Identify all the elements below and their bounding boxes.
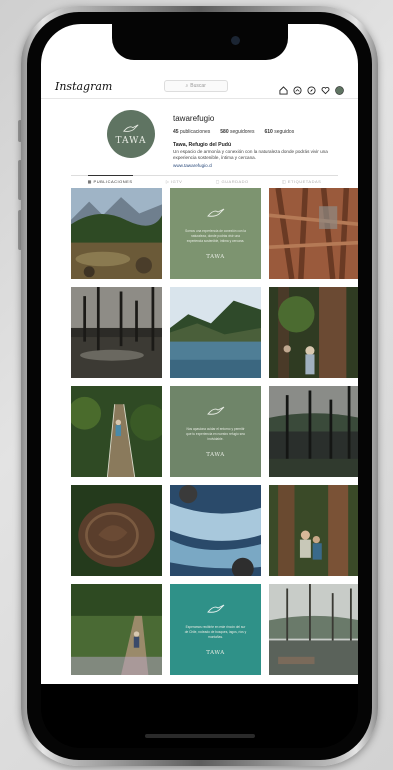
brand-tile-message: Somos una experiencia de conexión con la… bbox=[185, 229, 246, 243]
phone-frame: Instagram ⌕ Buscar TAWA tawarefugio 45 p… bbox=[21, 6, 378, 766]
profile-tabs: ▦ PUBLICACIONES ▷ IGTV ▢ GUARDADO ◫ ETIQ… bbox=[71, 175, 338, 184]
username: tawarefugio bbox=[173, 114, 215, 123]
stat-followers[interactable]: 580 seguidores bbox=[220, 129, 254, 135]
post-carved-log[interactable] bbox=[71, 485, 162, 576]
phone-bezel: Instagram ⌕ Buscar TAWA tawarefugio 45 p… bbox=[27, 12, 372, 760]
tab-guardado[interactable]: ▢ GUARDADO bbox=[216, 176, 249, 184]
post-river-rapids[interactable] bbox=[170, 485, 261, 576]
nav-icons bbox=[279, 82, 344, 95]
home-icon[interactable] bbox=[279, 82, 288, 95]
tab-igtv[interactable]: ▷ IGTV bbox=[166, 176, 183, 184]
instagram-app: Instagram ⌕ Buscar TAWA tawarefugio 45 p… bbox=[41, 24, 358, 684]
search-placeholder: Buscar bbox=[190, 83, 206, 89]
profile-avatar[interactable] bbox=[335, 82, 344, 95]
post-hugging-giant-tree[interactable] bbox=[269, 287, 358, 378]
post-mountain-lake[interactable] bbox=[170, 287, 261, 378]
stat-following[interactable]: 610 seguidos bbox=[264, 129, 294, 135]
heart-icon[interactable] bbox=[321, 82, 330, 94]
post-dusk-forest[interactable] bbox=[269, 386, 358, 477]
home-indicator[interactable] bbox=[144, 734, 255, 738]
profile-stats: 45 publicaciones 580 seguidores 610 segu… bbox=[173, 129, 294, 135]
bird-icon bbox=[123, 124, 139, 132]
bird-icon bbox=[206, 406, 224, 415]
posts-grid: Somos una experiencia de conexión con la… bbox=[71, 188, 358, 675]
explore-icon[interactable] bbox=[307, 82, 316, 95]
top-bar: Instagram ⌕ Buscar bbox=[55, 78, 344, 95]
tab-etiquetadas[interactable]: ◫ ETIQUETADAS bbox=[282, 176, 321, 184]
divider bbox=[41, 98, 358, 99]
camera-icon bbox=[230, 36, 240, 45]
post-misty-lake-trees[interactable] bbox=[269, 584, 358, 675]
search-icon: ⌕ bbox=[185, 83, 189, 89]
post-brand-tile-1[interactable]: Somos una experiencia de conexión con la… bbox=[170, 188, 261, 279]
bird-icon bbox=[206, 604, 224, 613]
brand-tile-message: Nos apasiona cuidar el entorno y permiti… bbox=[186, 427, 245, 441]
stat-posts[interactable]: 45 publicaciones bbox=[173, 129, 210, 135]
profile-avatar-large[interactable]: TAWA bbox=[107, 110, 155, 158]
brand-tile-logo: TAWA bbox=[206, 254, 225, 260]
post-forest-bridge[interactable] bbox=[71, 386, 162, 477]
messenger-icon[interactable] bbox=[293, 82, 302, 95]
notch bbox=[111, 24, 288, 60]
brand-tile-message: Esperamos recibirte en este rincón del s… bbox=[184, 625, 247, 639]
brand-tile-logo: TAWA bbox=[206, 650, 225, 656]
bio-link[interactable]: www.tawarefugio.cl bbox=[173, 163, 212, 168]
post-dead-trees-lake[interactable] bbox=[71, 287, 162, 378]
post-tree-bark[interactable] bbox=[269, 188, 358, 279]
brand-tile-logo: TAWA bbox=[206, 452, 225, 458]
post-brand-tile-3[interactable]: Esperamos recibirte en este rincón del s… bbox=[170, 584, 261, 675]
post-couple-forest[interactable] bbox=[269, 485, 358, 576]
post-brand-tile-2[interactable]: Nos apasiona cuidar el entorno y permiti… bbox=[170, 386, 261, 477]
instagram-logo[interactable]: Instagram bbox=[55, 80, 112, 93]
tab-publicaciones[interactable]: ▦ PUBLICACIONES bbox=[87, 175, 133, 184]
bio-name: Tawa, Refugio del Pudú bbox=[173, 142, 232, 148]
bird-icon bbox=[206, 208, 224, 217]
post-lake-forest[interactable] bbox=[71, 188, 162, 279]
search-input[interactable]: ⌕ Buscar bbox=[163, 80, 228, 92]
bio-text: Un espacio de armonía y conexión con la … bbox=[173, 149, 328, 160]
post-forest-trail[interactable] bbox=[71, 584, 162, 675]
phone-screen: Instagram ⌕ Buscar TAWA tawarefugio 45 p… bbox=[41, 24, 358, 748]
avatar-brand: TAWA bbox=[115, 135, 147, 146]
